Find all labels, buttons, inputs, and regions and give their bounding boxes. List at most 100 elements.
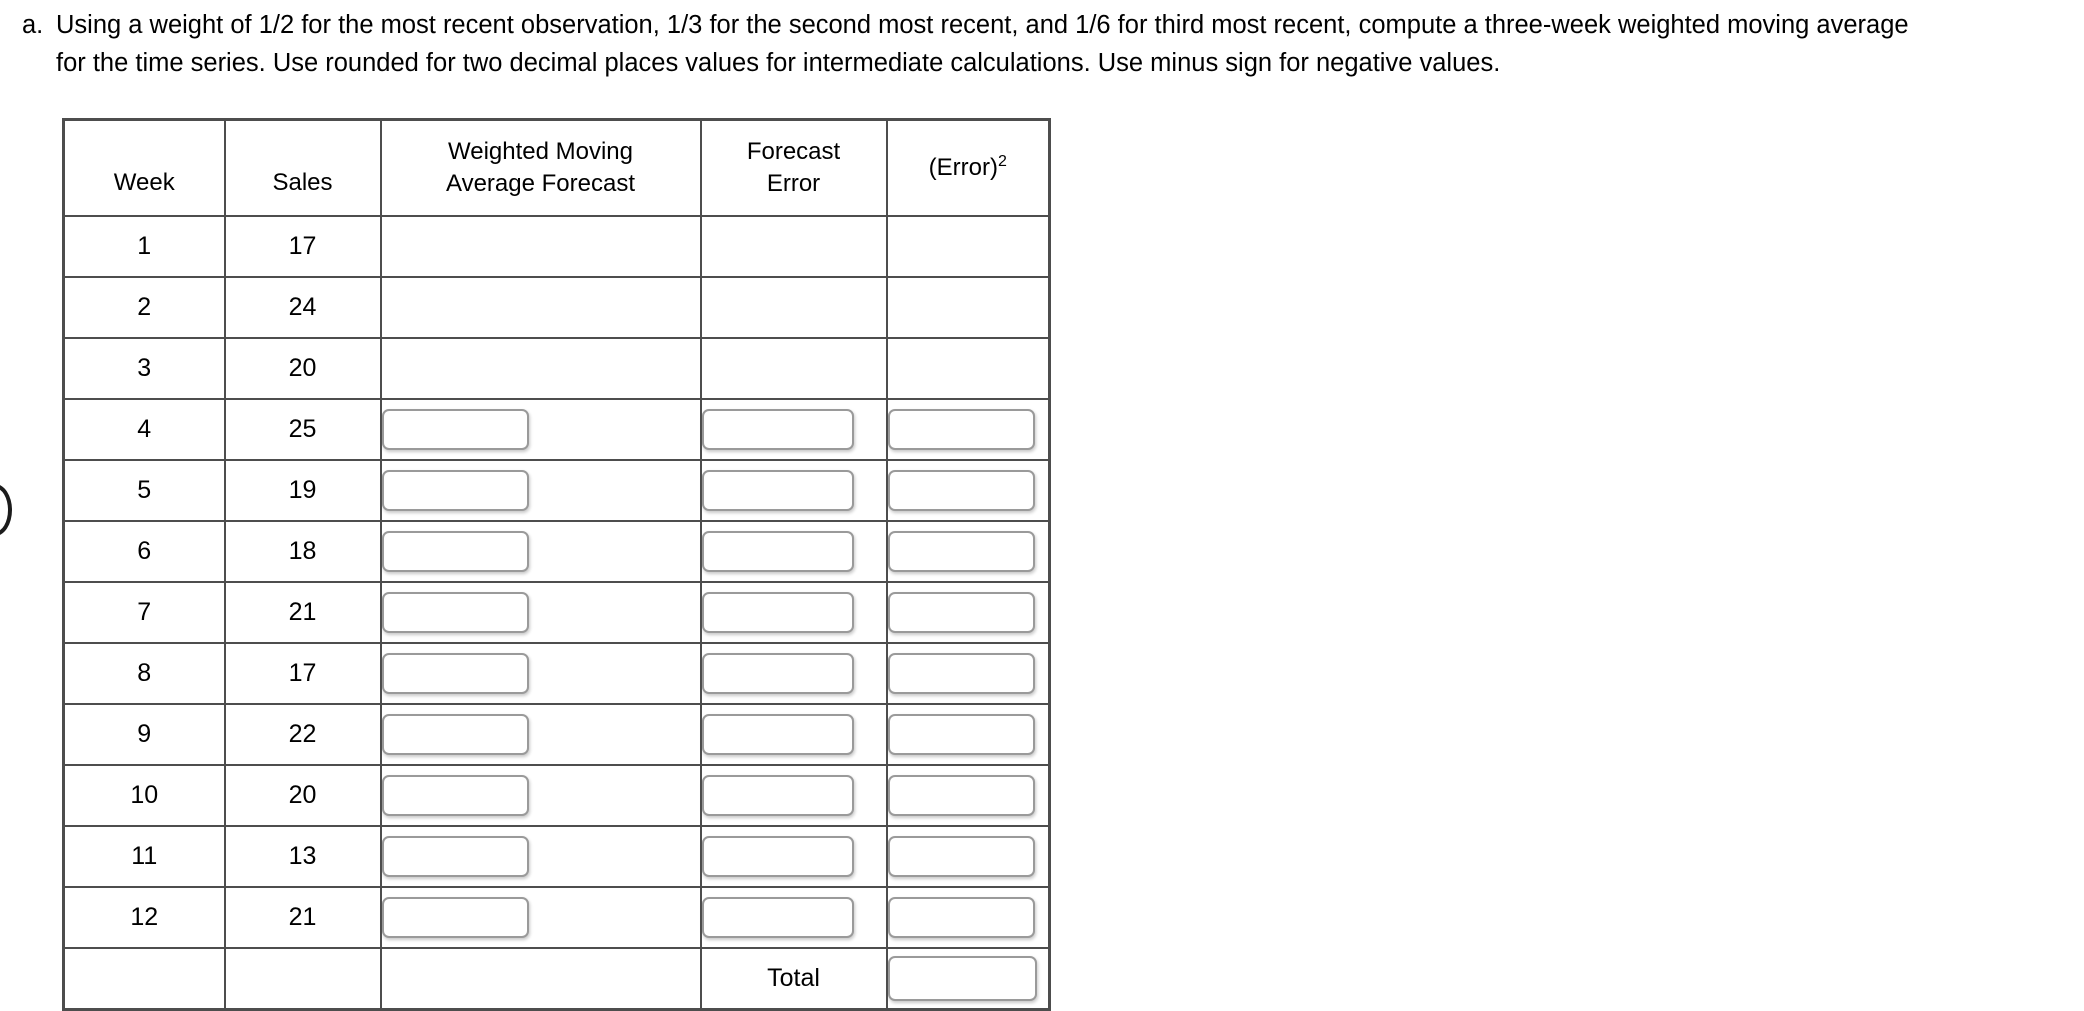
forecast-error-input[interactable]	[701, 897, 854, 938]
error-squared-input[interactable]	[887, 470, 1035, 511]
cell-error-squared	[885, 642, 1051, 705]
cell-forecast-error	[699, 581, 888, 644]
cell-sales: 19	[223, 459, 382, 522]
table-row: 6 18	[62, 520, 1051, 583]
wma-forecast-input[interactable]	[381, 897, 529, 938]
wma-forecast-input[interactable]	[381, 836, 529, 877]
table-row: 5 19	[62, 459, 1051, 522]
cell-week: 5	[62, 459, 226, 522]
cell-week: 12	[62, 886, 226, 949]
header-forecast-error: Forecast Error	[699, 118, 888, 217]
total-error-squared-input[interactable]	[887, 956, 1037, 1001]
cell-error-squared	[885, 337, 1051, 400]
forecast-error-input[interactable]	[701, 775, 854, 816]
cell-week: 3	[62, 337, 226, 400]
wma-forecast-input[interactable]	[381, 409, 529, 450]
cell-error-squared	[885, 459, 1051, 522]
prompt-text-line-1: Using a weight of 1/2 for the most recen…	[56, 11, 1909, 39]
error-squared-input[interactable]	[887, 653, 1035, 694]
error-squared-input[interactable]	[887, 775, 1035, 816]
cell-weighted-moving-average	[379, 642, 702, 705]
error-squared-input[interactable]	[887, 836, 1035, 877]
cell-weighted-moving-average	[379, 398, 702, 461]
cell-forecast-error	[699, 337, 888, 400]
forecast-error-input[interactable]	[701, 531, 854, 572]
header-weighted-moving-average-forecast: Weighted Moving Average Forecast	[379, 118, 702, 217]
header-week-label: Week	[113, 169, 175, 196]
cell-forecast-error	[699, 825, 888, 888]
cell-error-squared	[885, 215, 1051, 278]
forecast-error-input[interactable]	[701, 592, 854, 633]
cell-forecast-error	[699, 215, 888, 278]
total-row-week-blank	[62, 947, 226, 1011]
wma-forecast-input[interactable]	[381, 653, 529, 694]
cell-error-squared	[885, 886, 1051, 949]
cell-forecast-error	[699, 276, 888, 339]
table-row: 4 25	[62, 398, 1051, 461]
cell-forecast-error	[699, 398, 888, 461]
error-squared-input[interactable]	[887, 531, 1035, 572]
clipped-circle-artifact	[0, 484, 12, 536]
cell-error-squared	[885, 398, 1051, 461]
cell-week: 11	[62, 825, 226, 888]
table-row: 7 21	[62, 581, 1051, 644]
prompt-first-line: a. Using a weight of 1/2 for the most re…	[22, 6, 2084, 44]
total-label: Total	[699, 947, 888, 1011]
cell-weighted-moving-average	[379, 581, 702, 644]
error-squared-input[interactable]	[887, 897, 1035, 938]
cell-weighted-moving-average	[379, 520, 702, 583]
header-error-line-1: Forecast	[746, 138, 841, 165]
cell-weighted-moving-average	[379, 459, 702, 522]
cell-week: 6	[62, 520, 226, 583]
error-squared-input[interactable]	[887, 592, 1035, 633]
forecast-error-input[interactable]	[701, 470, 854, 511]
cell-weighted-moving-average	[379, 703, 702, 766]
cell-sales: 21	[223, 581, 382, 644]
cell-weighted-moving-average	[379, 825, 702, 888]
header-row: Week Sales Weighted Moving Average Forec…	[62, 118, 1051, 217]
cell-total-error-squared	[885, 947, 1051, 1011]
cell-sales: 22	[223, 703, 382, 766]
question-prompt: a. Using a weight of 1/2 for the most re…	[22, 6, 2084, 82]
cell-week: 2	[62, 276, 226, 339]
cell-week: 1	[62, 215, 226, 278]
cell-error-squared	[885, 825, 1051, 888]
forecast-error-input[interactable]	[701, 653, 854, 694]
wma-forecast-input[interactable]	[381, 592, 529, 633]
cell-sales: 18	[223, 520, 382, 583]
cell-sales: 20	[223, 764, 382, 827]
cell-weighted-moving-average	[379, 886, 702, 949]
prompt-marker: a.	[22, 11, 44, 39]
cell-week: 8	[62, 642, 226, 705]
cell-sales: 21	[223, 886, 382, 949]
header-wma-line-1: Weighted Moving	[448, 138, 633, 165]
forecast-error-input[interactable]	[701, 714, 854, 755]
header-error-squared: (Error)2	[885, 118, 1051, 217]
cell-weighted-moving-average	[379, 337, 702, 400]
table-body: 1 17 2 24 3 20 4 25 5 19 6 18 7 21 8 17 9 22 10 20 11 13 12 21 T…	[62, 215, 1051, 1011]
prompt-text-line-2: for the time series. Use rounded for two…	[56, 49, 1501, 77]
forecast-error-input[interactable]	[701, 836, 854, 877]
wma-forecast-input[interactable]	[381, 714, 529, 755]
wma-forecast-input[interactable]	[381, 775, 529, 816]
forecast-error-input[interactable]	[701, 409, 854, 450]
header-week: Week	[62, 118, 226, 217]
cell-forecast-error	[699, 886, 888, 949]
cell-forecast-error	[699, 703, 888, 766]
cell-sales: 25	[223, 398, 382, 461]
header-error-line-2: Error	[766, 170, 821, 197]
wma-forecast-input[interactable]	[381, 531, 529, 572]
cell-forecast-error	[699, 520, 888, 583]
forecast-table-container: Week Sales Weighted Moving Average Forec…	[62, 118, 1051, 1011]
cell-error-squared	[885, 703, 1051, 766]
cell-weighted-moving-average	[379, 276, 702, 339]
cell-sales: 24	[223, 276, 382, 339]
error-squared-input[interactable]	[887, 409, 1035, 450]
cell-sales: 17	[223, 215, 382, 278]
cell-error-squared	[885, 276, 1051, 339]
cell-error-squared	[885, 581, 1051, 644]
header-error-squared-exponent: 2	[997, 153, 1007, 170]
wma-forecast-input[interactable]	[381, 470, 529, 511]
error-squared-input[interactable]	[887, 714, 1035, 755]
cell-sales: 20	[223, 337, 382, 400]
